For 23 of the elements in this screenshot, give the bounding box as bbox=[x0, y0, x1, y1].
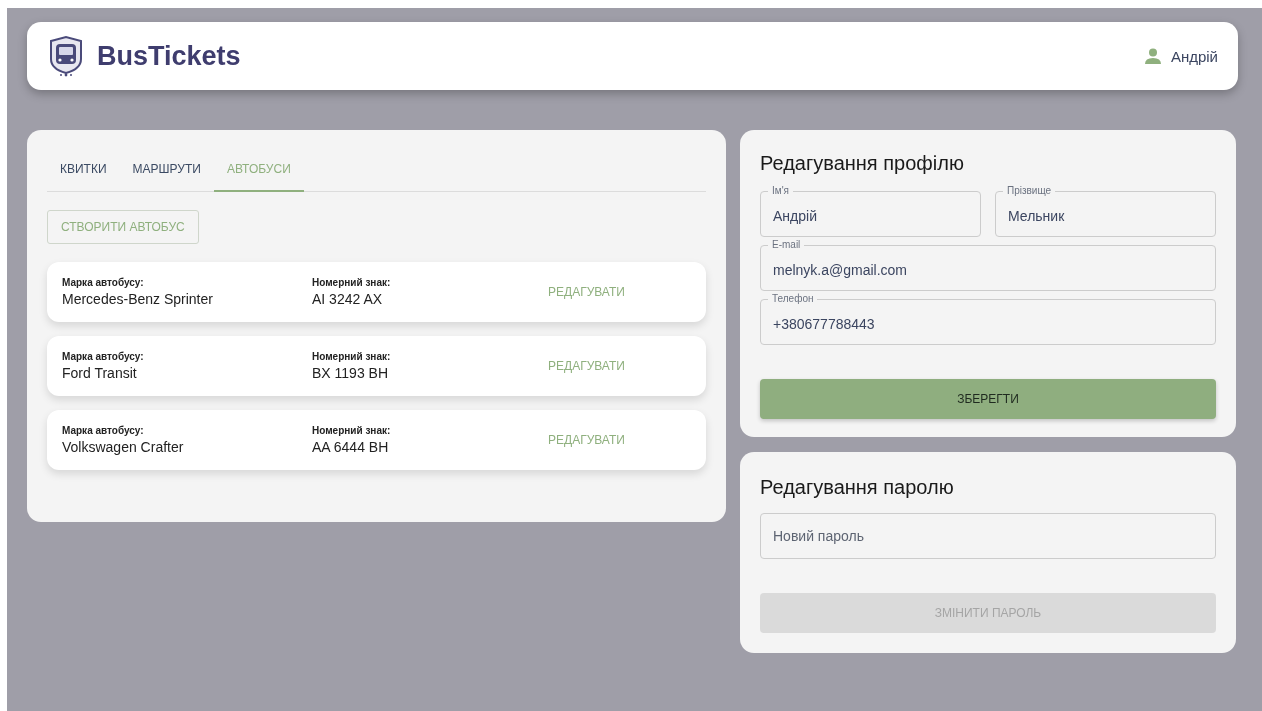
field-label: Прізвище bbox=[1003, 185, 1056, 197]
user-icon[interactable] bbox=[1144, 48, 1161, 64]
field-label: Номерний знак: bbox=[312, 277, 392, 288]
field-label: Номерний знак: bbox=[312, 425, 392, 436]
bus-logo-icon bbox=[47, 35, 85, 77]
tab[interactable]: КВИТКИ bbox=[47, 148, 120, 192]
logo-text[interactable]: BusTickets bbox=[97, 40, 241, 72]
password-title: Редагування паролю bbox=[760, 476, 955, 499]
field-label: Ім'я bbox=[768, 185, 793, 197]
field-label: Номерний знак: bbox=[312, 351, 392, 362]
field-label: Марка автобусу: bbox=[62, 277, 145, 288]
bus-brand: Ford Transit bbox=[62, 365, 138, 381]
field-label: Марка автобусу: bbox=[62, 351, 145, 362]
field-label: Марка автобусу: bbox=[62, 425, 145, 436]
field-label: E-mail bbox=[768, 239, 805, 251]
tab[interactable]: МАРШРУТИ bbox=[119, 148, 214, 192]
user-name[interactable]: Андрій bbox=[1170, 47, 1218, 65]
bus-brand: Volkswagen Crafter bbox=[62, 439, 185, 455]
profile-title: Редагування профілю bbox=[760, 152, 965, 175]
save-button[interactable]: ЗБЕРЕГТИ bbox=[760, 379, 1216, 419]
new-password-field[interactable]: Новий пароль bbox=[760, 513, 1216, 559]
bus-brand: Mercedes-Benz Sprinter bbox=[62, 291, 214, 307]
field-label: Телефон bbox=[768, 293, 818, 305]
